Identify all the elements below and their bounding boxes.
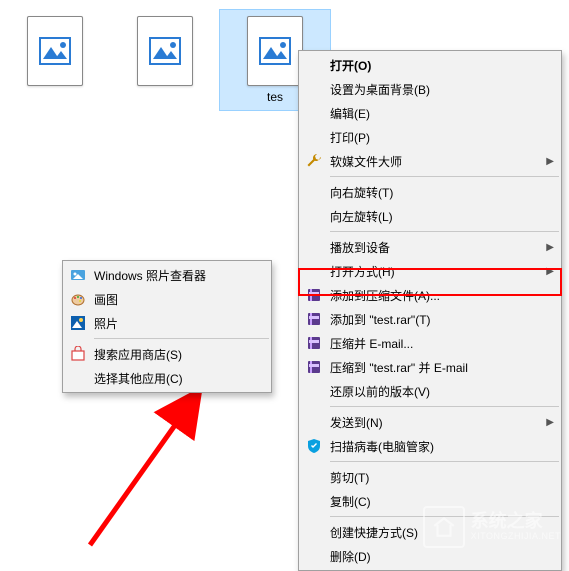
blank-icon [302, 101, 326, 125]
menu-item-label: 打印(P) [326, 129, 554, 146]
blank-icon [302, 259, 326, 283]
menu-item[interactable]: 打开(O) [300, 53, 560, 77]
menu-item[interactable]: 搜索应用商店(S) [64, 342, 270, 366]
menu-item-label: 压缩并 E-mail... [326, 335, 554, 352]
menu-item[interactable]: 扫描病毒(电脑管家) [300, 434, 560, 458]
menu-item[interactable]: 打印(P) [300, 125, 560, 149]
menu-item[interactable]: 编辑(E) [300, 101, 560, 125]
file-icon[interactable] [110, 10, 220, 110]
rar-icon [302, 331, 326, 355]
photos-icon [66, 311, 90, 335]
blank-icon [302, 77, 326, 101]
blank-icon [302, 379, 326, 403]
menu-item[interactable]: 画图 [64, 287, 270, 311]
blank-icon [302, 520, 326, 544]
menu-item-label: 软媒文件大师 [326, 153, 542, 170]
rar-icon [302, 283, 326, 307]
menu-item[interactable]: Windows 照片查看器 [64, 263, 270, 287]
blank-icon [66, 366, 90, 390]
menu-item-label: 照片 [90, 315, 264, 332]
blank-icon [302, 544, 326, 568]
rar-icon [302, 355, 326, 379]
menu-item-label: 打开方式(H) [326, 263, 542, 280]
menu-item-label: 向左旋转(L) [326, 208, 554, 225]
blank-icon [302, 180, 326, 204]
menu-item[interactable]: 播放到设备▶ [300, 235, 560, 259]
menu-item[interactable]: 剪切(T) [300, 465, 560, 489]
store-icon [66, 342, 90, 366]
rar-icon [302, 307, 326, 331]
menu-item-label: 打开(O) [326, 57, 554, 74]
menu-item[interactable]: 还原以前的版本(V) [300, 379, 560, 403]
file-label: tes [267, 90, 283, 104]
menu-item-label: 向右旋转(T) [326, 184, 554, 201]
image-file-icon [247, 16, 303, 86]
menu-item[interactable]: 照片 [64, 311, 270, 335]
menu-item[interactable]: 删除(D) [300, 544, 560, 568]
menu-item-label: 发送到(N) [326, 414, 542, 431]
menu-item[interactable]: 压缩并 E-mail... [300, 331, 560, 355]
menu-separator [94, 338, 269, 339]
blank-icon [302, 465, 326, 489]
menu-item[interactable]: 添加到 "test.rar"(T) [300, 307, 560, 331]
menu-item[interactable]: 设置为桌面背景(B) [300, 77, 560, 101]
menu-item-label: 删除(D) [326, 548, 554, 565]
desktop-icons: tes [0, 10, 330, 110]
menu-item-label: 播放到设备 [326, 239, 542, 256]
menu-item-label: 编辑(E) [326, 105, 554, 122]
menu-separator [330, 461, 559, 462]
menu-item-label: 剪切(T) [326, 469, 554, 486]
menu-item[interactable]: 向左旋转(L) [300, 204, 560, 228]
menu-item-label: 添加到压缩文件(A)... [326, 287, 554, 304]
menu-separator [330, 176, 559, 177]
menu-item-label: 还原以前的版本(V) [326, 383, 554, 400]
blank-icon [302, 53, 326, 77]
menu-item-label: Windows 照片查看器 [90, 267, 264, 284]
menu-item[interactable]: 打开方式(H)▶ [300, 259, 560, 283]
blank-icon [302, 410, 326, 434]
blank-icon [302, 235, 326, 259]
menu-item-label: 搜索应用商店(S) [90, 346, 264, 363]
image-file-icon [27, 16, 83, 86]
menu-item[interactable]: 软媒文件大师▶ [300, 149, 560, 173]
menu-item[interactable]: 发送到(N)▶ [300, 410, 560, 434]
menu-item[interactable]: 向右旋转(T) [300, 180, 560, 204]
menu-item-label: 选择其他应用(C) [90, 370, 264, 387]
context-menu: 打开(O)设置为桌面背景(B)编辑(E)打印(P)软媒文件大师▶向右旋转(T)向… [298, 50, 562, 571]
chevron-right-icon: ▶ [542, 242, 554, 253]
open-with-submenu: Windows 照片查看器画图照片搜索应用商店(S) 选择其他应用(C) [62, 260, 272, 393]
menu-item[interactable]: 压缩到 "test.rar" 并 E-mail [300, 355, 560, 379]
menu-item-label: 添加到 "test.rar"(T) [326, 311, 554, 328]
paint-icon [66, 287, 90, 311]
menu-item-label: 复制(C) [326, 493, 554, 510]
menu-separator [330, 406, 559, 407]
image-file-icon [137, 16, 193, 86]
file-icon[interactable] [0, 10, 110, 110]
chevron-right-icon: ▶ [542, 156, 554, 167]
blank-icon [302, 489, 326, 513]
menu-item-label: 创建快捷方式(S) [326, 524, 554, 541]
menu-separator [330, 231, 559, 232]
menu-item-label: 设置为桌面背景(B) [326, 81, 554, 98]
menu-item[interactable]: 复制(C) [300, 489, 560, 513]
menu-item[interactable]: 创建快捷方式(S) [300, 520, 560, 544]
chevron-right-icon: ▶ [542, 266, 554, 277]
blank-icon [302, 204, 326, 228]
wrench-icon [302, 149, 326, 173]
menu-item-label: 画图 [90, 291, 264, 308]
menu-item-label: 扫描病毒(电脑管家) [326, 438, 554, 455]
chevron-right-icon: ▶ [542, 417, 554, 428]
menu-item[interactable]: 选择其他应用(C) [64, 366, 270, 390]
menu-separator [330, 516, 559, 517]
menu-item[interactable]: 添加到压缩文件(A)... [300, 283, 560, 307]
blank-icon [302, 125, 326, 149]
photoviewer-icon [66, 263, 90, 287]
shield-icon [302, 434, 326, 458]
menu-item-label: 压缩到 "test.rar" 并 E-mail [326, 359, 554, 376]
